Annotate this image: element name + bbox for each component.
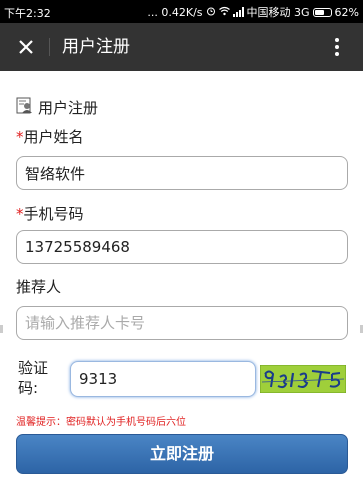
battery-fill	[314, 9, 324, 15]
user-form-icon	[16, 96, 34, 118]
more-icon[interactable]	[325, 35, 349, 59]
status-right: ... 0.42K/s 中国移动 3G 62%	[147, 4, 359, 20]
alarm-icon	[206, 6, 216, 19]
wifi-icon	[218, 6, 230, 19]
carrier-label: 中国移动 3G	[246, 6, 310, 19]
battery-percent: 62%	[334, 5, 359, 19]
net-speed: ... 0.42K/s	[147, 5, 203, 19]
app-bar-divider	[49, 38, 50, 56]
captcha-image[interactable]	[259, 364, 347, 394]
scroll-mark-left	[0, 325, 3, 333]
status-bar: 下午2:32 ... 0.42K/s 中国移动 3G 62%	[0, 0, 363, 23]
close-icon[interactable]	[14, 35, 38, 59]
phone-input[interactable]	[16, 230, 348, 264]
app-bar: 用户注册	[0, 23, 363, 71]
captcha-label: 验证码:	[18, 359, 49, 397]
status-time: 下午2:32	[4, 7, 51, 20]
battery-icon	[312, 7, 332, 17]
form-content: 用户注册 *用户姓名 *手机号码 推荐人 验证码: 温馨提示：密码默认为手机号码…	[0, 71, 363, 485]
password-hint: 温馨提示：密码默认为手机号码后六位	[16, 417, 186, 428]
page-title: 用户注册	[62, 37, 130, 57]
form-title: 用户注册	[38, 98, 99, 117]
phone-label-text: 手机号码	[23, 205, 84, 223]
required-mark: *	[16, 128, 24, 146]
register-button[interactable]: 立即注册	[16, 434, 348, 474]
phone-label: *手机号码	[16, 203, 84, 224]
signal-icon	[232, 7, 244, 17]
required-mark: *	[16, 205, 24, 223]
form-header: 用户注册	[16, 96, 98, 118]
name-label-text: 用户姓名	[23, 128, 84, 146]
referrer-input[interactable]	[16, 306, 348, 340]
name-label: *用户姓名	[16, 126, 84, 147]
captcha-input[interactable]	[70, 361, 256, 397]
name-input[interactable]	[16, 156, 348, 190]
referrer-label: 推荐人	[16, 278, 62, 296]
